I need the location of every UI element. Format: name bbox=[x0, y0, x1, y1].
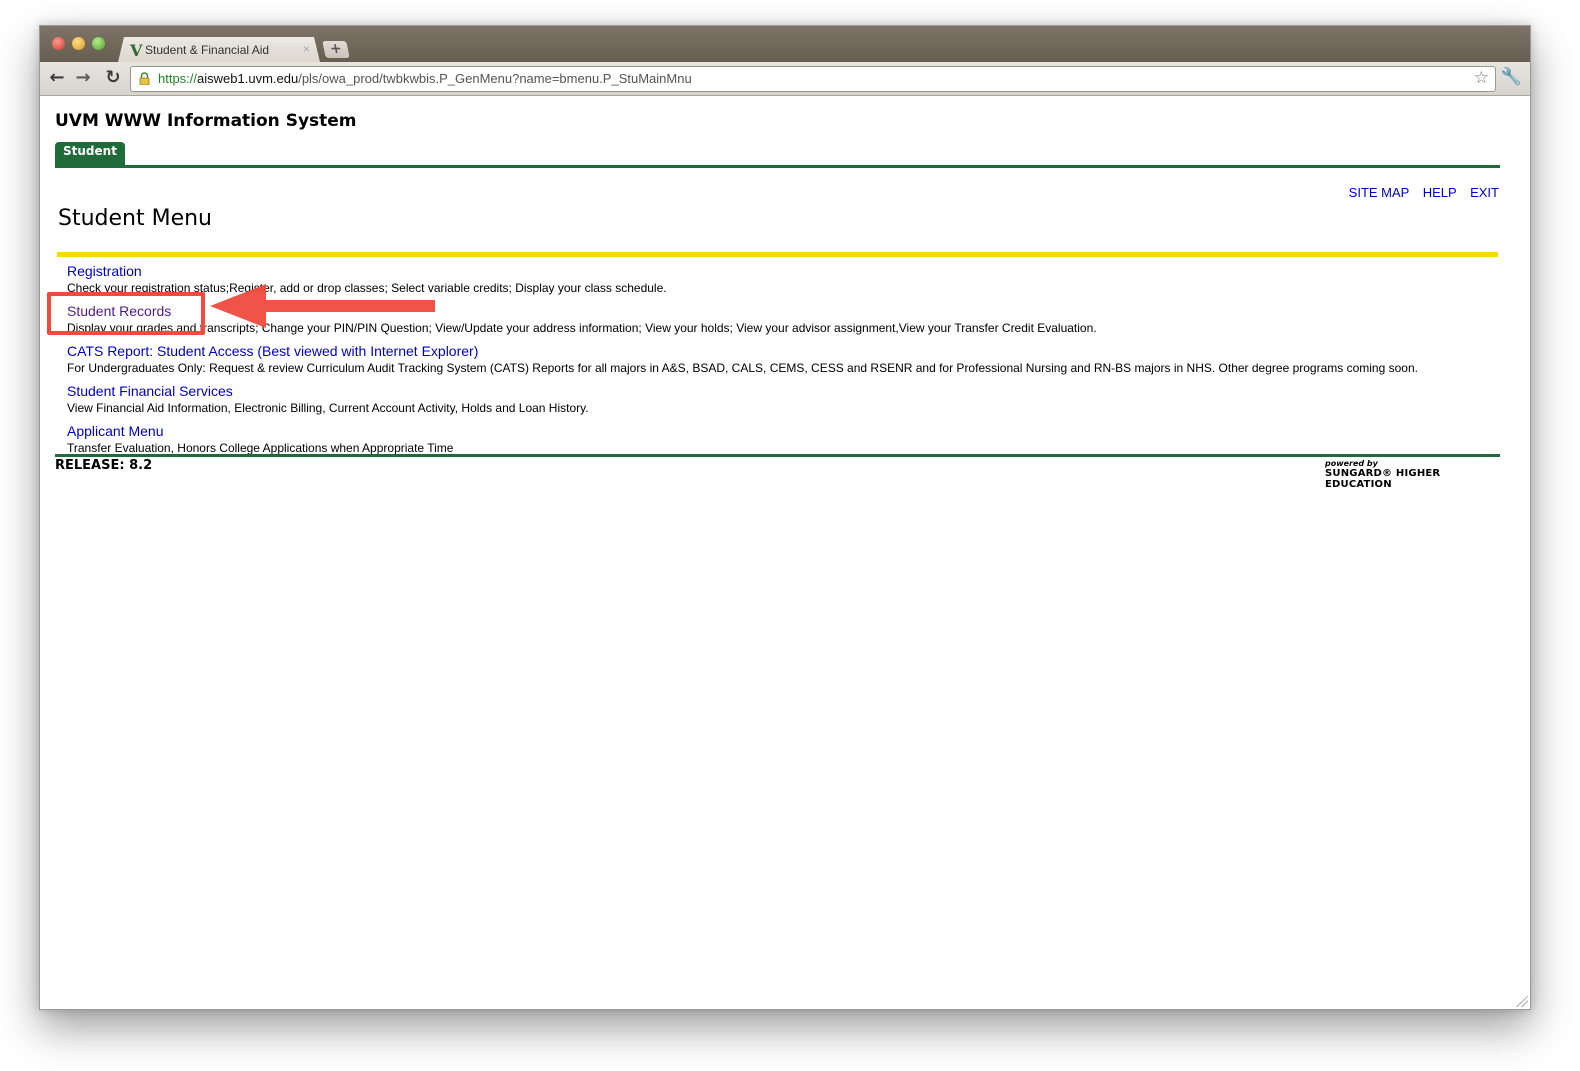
browser-toolbar: ← → ↻ https://aisweb1.uvm.edu/pls/owa_pr… bbox=[40, 62, 1530, 96]
help-link[interactable]: HELP bbox=[1423, 185, 1457, 200]
window-close-icon[interactable] bbox=[52, 37, 65, 50]
window-minimize-icon[interactable] bbox=[72, 37, 85, 50]
menu-item-financial-services: Student Financial Services View Financia… bbox=[67, 382, 1477, 416]
tab-student[interactable]: Student bbox=[55, 142, 125, 166]
cats-report-link[interactable]: CATS Report: Student Access (Best viewed… bbox=[67, 342, 478, 360]
wrench-icon[interactable]: 🔧 bbox=[1501, 67, 1522, 87]
sungard-brand-text: SUNGARD® HIGHER EDUCATION bbox=[1325, 468, 1441, 490]
new-tab-button[interactable]: + bbox=[322, 41, 350, 58]
tab-title: Student & Financial Aid bbox=[145, 43, 270, 57]
page-content: UVM WWW Information System Student SITE … bbox=[40, 96, 1530, 1009]
top-links: SITE MAP HELP EXIT bbox=[1339, 185, 1499, 200]
registration-link[interactable]: Registration bbox=[67, 262, 142, 280]
forward-arrow-icon[interactable]: → bbox=[72, 67, 94, 89]
sungard-logo: powered by SUNGARD® HIGHER EDUCATION bbox=[1325, 459, 1495, 490]
menu-item-applicant: Applicant Menu Transfer Evaluation, Hono… bbox=[67, 422, 1477, 456]
tab-strip: V Student & Financial Aid × + bbox=[40, 26, 1530, 62]
menu-item-description: For Undergraduates Only: Request & revie… bbox=[67, 361, 1418, 375]
title-divider bbox=[57, 252, 1498, 257]
menu-item-description: View Financial Aid Information, Electron… bbox=[67, 401, 589, 415]
release-label: RELEASE: 8.2 bbox=[55, 458, 153, 473]
annotation-highlight-box bbox=[47, 292, 205, 335]
tab-close-icon[interactable]: × bbox=[303, 42, 310, 56]
url-scheme: https:// bbox=[158, 71, 198, 86]
url-path: /pls/owa_prod/twbkwbis.P_GenMenu?name=bm… bbox=[298, 71, 692, 86]
url-host: aisweb1.uvm.edu bbox=[197, 71, 299, 86]
back-arrow-icon[interactable]: ← bbox=[46, 67, 68, 89]
reload-icon[interactable]: ↻ bbox=[102, 67, 124, 89]
exit-link[interactable]: EXIT bbox=[1470, 185, 1499, 200]
powered-by-text: powered by bbox=[1325, 459, 1378, 468]
lock-icon bbox=[139, 72, 150, 85]
page-title: Student Menu bbox=[58, 206, 212, 231]
footer-divider bbox=[55, 454, 1500, 457]
header-divider bbox=[55, 165, 1500, 168]
address-bar[interactable]: https://aisweb1.uvm.edu/pls/owa_prod/twb… bbox=[130, 66, 1496, 92]
applicant-menu-link[interactable]: Applicant Menu bbox=[67, 422, 164, 440]
browser-window: V Student & Financial Aid × + ← → ↻ http… bbox=[39, 25, 1531, 1010]
uvm-favicon-icon: V bbox=[130, 41, 143, 60]
system-title: UVM WWW Information System bbox=[55, 111, 357, 131]
annotation-arrow-icon bbox=[210, 284, 435, 328]
site-map-link[interactable]: SITE MAP bbox=[1349, 185, 1409, 200]
menu-item-cats-report: CATS Report: Student Access (Best viewed… bbox=[67, 342, 1477, 376]
url-text[interactable]: https://aisweb1.uvm.edu/pls/owa_prod/twb… bbox=[158, 71, 692, 86]
star-icon[interactable]: ☆ bbox=[1474, 68, 1489, 88]
financial-services-link[interactable]: Student Financial Services bbox=[67, 382, 233, 400]
window-maximize-icon[interactable] bbox=[92, 37, 105, 50]
resize-grip-icon[interactable] bbox=[1516, 995, 1528, 1007]
browser-tab[interactable]: V Student & Financial Aid × bbox=[118, 37, 320, 62]
